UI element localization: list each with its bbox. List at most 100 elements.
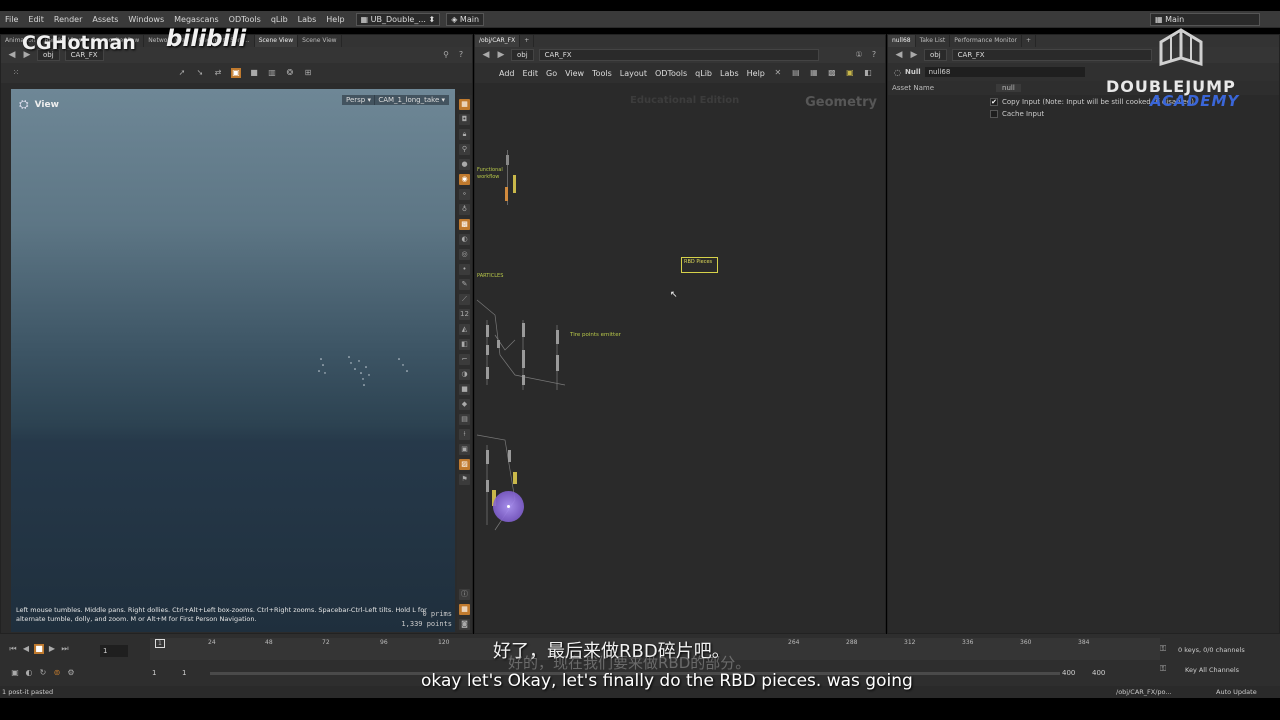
visibility-icon[interactable]: ◎: [459, 249, 470, 260]
shade-icon[interactable]: ●: [459, 159, 470, 170]
tile-icon[interactable]: ▩: [827, 68, 837, 78]
path-obj[interactable]: obj: [924, 49, 947, 61]
tab-scene-view-2[interactable]: Scene View: [298, 35, 342, 47]
box-tool-icon[interactable]: ▣: [459, 444, 470, 455]
dot-icon[interactable]: •: [459, 264, 470, 275]
select-arrow-alt-icon[interactable]: ➘: [195, 68, 205, 78]
bulb-icon[interactable]: ♁: [459, 204, 470, 215]
scene-dropdown[interactable]: ◈ Main: [446, 12, 485, 26]
node[interactable]: [513, 175, 516, 193]
menu-add[interactable]: Add: [499, 69, 515, 78]
menu-help[interactable]: Help: [747, 69, 765, 78]
tab-null68[interactable]: null68: [888, 35, 916, 47]
jump-end-icon[interactable]: ⏭: [60, 644, 70, 654]
snap-icon[interactable]: ▥: [267, 68, 277, 78]
path-car-fx[interactable]: CAR_FX: [951, 49, 1152, 61]
settings-icon[interactable]: ⚙: [66, 668, 76, 678]
brush-icon[interactable]: ⟋: [459, 294, 470, 305]
render-region-icon[interactable]: ▨: [459, 459, 470, 470]
transform-icon[interactable]: ⇄: [213, 68, 223, 78]
node-cluster-particles[interactable]: [475, 295, 575, 405]
select-arrow-icon[interactable]: ➚: [177, 68, 187, 78]
menu-edit[interactable]: Edit: [23, 15, 49, 24]
desktop-dropdown[interactable]: ▦ UB_Double_... ⬍: [355, 12, 441, 26]
pin-icon[interactable]: ⚲: [441, 50, 451, 60]
houdini-icon[interactable]: ❂: [285, 68, 295, 78]
grid-dots-icon[interactable]: ⁙: [11, 68, 21, 78]
back-arrow-icon[interactable]: ◀: [7, 50, 17, 60]
rbd-pieces-netbox[interactable]: RBD Pieces: [681, 257, 718, 273]
help-icon[interactable]: ?: [456, 50, 466, 60]
param-cache-input[interactable]: Cache Input: [990, 110, 1279, 118]
palette-icon[interactable]: ◧: [863, 68, 873, 78]
key-all-channels-button[interactable]: Key All Channels: [1185, 666, 1239, 674]
add-tab-icon[interactable]: +: [520, 35, 535, 47]
light-icon[interactable]: ⚲: [459, 144, 470, 155]
node[interactable]: [505, 187, 508, 201]
forward-arrow-icon[interactable]: ▶: [496, 50, 506, 60]
select-mode-icon[interactable]: ▣: [231, 68, 241, 78]
screenshot-icon[interactable]: ◙: [459, 619, 470, 630]
path-obj[interactable]: obj: [511, 49, 534, 61]
eye-icon[interactable]: ◐: [459, 234, 470, 245]
ghost-icon[interactable]: ◑: [459, 369, 470, 380]
menu-odtools[interactable]: ODTools: [655, 69, 687, 78]
menu-qlib[interactable]: qLib: [695, 69, 712, 78]
frame-icon[interactable]: ⌐: [459, 354, 470, 365]
range-start-field[interactable]: 1: [182, 669, 186, 677]
number-icon[interactable]: 12: [459, 309, 470, 320]
camera-icon[interactable]: ◘: [459, 114, 470, 125]
menu-megascans[interactable]: Megascans: [169, 15, 224, 24]
menu-labs[interactable]: Labs: [293, 15, 322, 24]
end-frame-field[interactable]: 400: [1092, 669, 1105, 677]
back-arrow-icon[interactable]: ◀: [481, 50, 491, 60]
pen-icon[interactable]: ✎: [459, 279, 470, 290]
wireframe-icon[interactable]: ◉: [459, 174, 470, 185]
menu-help[interactable]: Help: [321, 15, 349, 24]
camera-name-menu[interactable]: CAM_1_long_take ▾: [374, 95, 449, 105]
menu-render[interactable]: Render: [49, 15, 87, 24]
layout-icon[interactable]: ▦: [459, 604, 470, 615]
range-end-field[interactable]: 400: [1062, 669, 1075, 677]
diamond-icon[interactable]: ◆: [459, 399, 470, 410]
node-name-field[interactable]: null68: [924, 67, 1085, 77]
menu-file[interactable]: File: [0, 15, 23, 24]
box-icon[interactable]: ■: [249, 68, 259, 78]
menu-view[interactable]: View: [565, 69, 584, 78]
target-icon[interactable]: ⊚: [52, 668, 62, 678]
points-icon[interactable]: ⚬: [459, 189, 470, 200]
tab-take-list[interactable]: Take List: [916, 35, 951, 47]
tab-scene-view[interactable]: Scene View: [254, 35, 299, 47]
menu-edit[interactable]: Edit: [523, 69, 539, 78]
current-frame-field[interactable]: 1: [100, 645, 128, 657]
loop-icon[interactable]: ↻: [38, 668, 48, 678]
camera-mode-menu[interactable]: Persp ▾: [342, 95, 375, 105]
add-tab-icon[interactable]: +: [1022, 35, 1037, 47]
normal-icon[interactable]: ◭: [459, 324, 470, 335]
audio-icon[interactable]: ◐: [24, 668, 34, 678]
key-icon[interactable]: ⚿: [1160, 644, 1166, 654]
snap-tool-icon[interactable]: ⟊: [459, 429, 470, 440]
forward-arrow-icon[interactable]: ▶: [909, 50, 919, 60]
cache-input-checkbox[interactable]: [990, 110, 998, 118]
menu-windows[interactable]: Windows: [123, 15, 169, 24]
realtime-icon[interactable]: ▣: [10, 668, 20, 678]
lock-icon[interactable]: 🔒︎: [459, 129, 470, 140]
book-icon[interactable]: ▤: [459, 414, 470, 425]
menu-layout[interactable]: Layout: [620, 69, 647, 78]
menu-assets[interactable]: Assets: [87, 15, 123, 24]
sticky-note-functional[interactable]: Functional workflow: [477, 167, 503, 181]
3d-viewport[interactable]: ⛭ View Persp ▾ CAM_1_long_take ▾ Left mo…: [11, 89, 455, 632]
background-icon[interactable]: ▩: [459, 219, 470, 230]
auto-update-menu[interactable]: Auto Update: [1216, 688, 1257, 696]
asset-name-dropdown[interactable]: null: [996, 84, 1021, 92]
play-icon[interactable]: ▶: [47, 644, 57, 654]
path-car-fx[interactable]: CAR_FX: [538, 49, 819, 61]
menu-odtools[interactable]: ODTools: [224, 15, 266, 24]
copy-input-checkbox[interactable]: ✔: [990, 98, 998, 106]
node[interactable]: [506, 155, 509, 165]
display-options-icon[interactable]: ▦: [459, 99, 470, 110]
info-icon[interactable]: ⓘ: [459, 589, 470, 600]
menu-tools[interactable]: Tools: [592, 69, 612, 78]
pin-icon[interactable]: ①: [854, 50, 864, 60]
